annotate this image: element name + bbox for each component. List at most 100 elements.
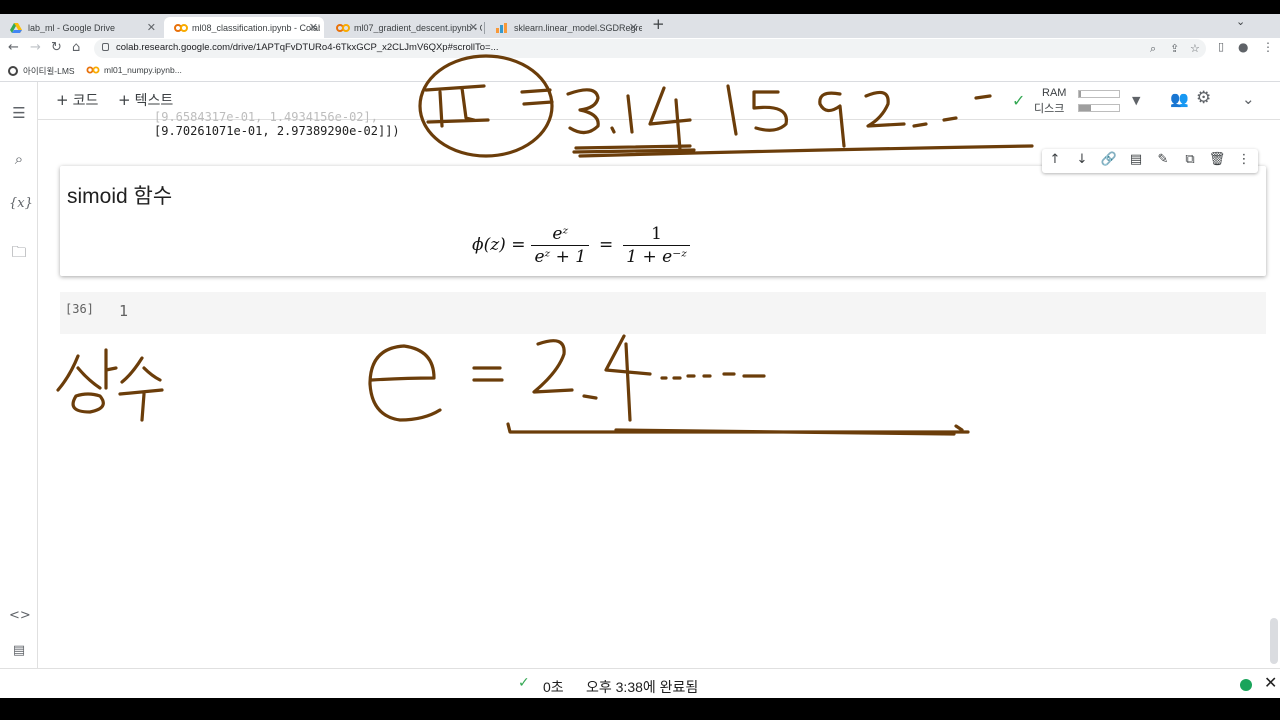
bookmark-label: 아이티윌-LMS — [23, 66, 75, 76]
back-arrow-icon[interactable]: ← — [8, 40, 19, 55]
scrollbar-thumb[interactable] — [1270, 618, 1278, 664]
resource-monitor-button[interactable]: ✓ RAM 디스크 — [1008, 87, 1148, 115]
zoom-icon[interactable]: ⌕ — [1150, 42, 1156, 56]
ram-meter-fill — [1079, 91, 1081, 97]
new-tab-icon[interactable]: + — [652, 15, 665, 33]
edit-icon[interactable]: ✎ — [1154, 152, 1172, 167]
bookmark-ml01-numpy[interactable]: ml01_numpy.ipynb... — [86, 65, 182, 75]
profile-avatar-icon[interactable]: ● — [1238, 40, 1248, 54]
tab-ml08-classification[interactable]: ml08_classification.ipynb - Colab ✕ — [164, 17, 324, 38]
code-snippets-icon[interactable]: <> — [9, 608, 31, 623]
execution-duration: 0초 — [543, 679, 564, 695]
code-cell[interactable]: [36] 1 — [60, 292, 1266, 334]
folder-icon[interactable]: 🗀 — [9, 242, 29, 267]
mirror-cell-icon[interactable]: ⧉ — [1181, 152, 1199, 167]
bookmark-label: ml01_numpy.ipynb... — [104, 65, 182, 75]
url-text: colab.research.google.com/drive/1APTqFvD… — [116, 42, 499, 53]
close-tab-icon[interactable]: ✕ — [629, 21, 638, 34]
tab-google-drive[interactable]: lab_ml - Google Drive ✕ — [0, 17, 162, 38]
left-sidebar: ☰ ⌕ {x} 🗀 <> ▤ — [0, 82, 38, 698]
address-bar[interactable]: colab.research.google.com/drive/1APTqFvD… — [94, 39, 1206, 58]
letterbox-bottom — [0, 698, 1280, 720]
colab-page: ☰ ⌕ {x} 🗀 <> ▤ + 코드 + 텍스트 ✓ RAM 디스크 ▼ 👥 ⚙ — [0, 82, 1280, 698]
collapse-chevron-icon[interactable]: ⌄ — [1242, 90, 1255, 108]
forward-arrow-icon[interactable]: → — [30, 40, 41, 55]
fraction-numerator: 1 — [651, 223, 662, 244]
terminal-icon[interactable]: ▤ — [9, 643, 29, 658]
disk-meter-fill — [1079, 105, 1091, 111]
disk-label: 디스크 — [1034, 103, 1065, 115]
google-drive-icon — [10, 22, 22, 33]
reload-icon[interactable]: ↻ — [51, 40, 62, 55]
more-vert-icon[interactable]: ⋮ — [1235, 152, 1253, 167]
disk-meter — [1078, 104, 1120, 112]
markdown-cell[interactable]: simoid 함수 ϕ(z) = eᶻ eᶻ + 1 = 1 1 + e⁻ᶻ — [60, 166, 1266, 276]
status-bar: ✓ 0초 오후 3:38에 완료됨 ✕ — [0, 668, 1280, 698]
ram-meter — [1078, 90, 1120, 98]
tab-title: ml08_classification.ipynb - Colab — [192, 22, 320, 33]
add-code-button[interactable]: + 코드 — [56, 90, 98, 110]
share-icon[interactable]: ⇪ — [1170, 42, 1179, 55]
tab-title: lab_ml - Google Drive — [28, 22, 116, 33]
add-text-button[interactable]: + 텍스트 — [118, 90, 173, 110]
add-text-label: 텍스트 — [134, 93, 174, 109]
variables-icon[interactable]: {x} — [9, 196, 33, 211]
tab-separator — [484, 22, 485, 34]
plus-icon: + — [56, 91, 69, 109]
fraction-denominator: eᶻ + 1 — [531, 244, 590, 268]
move-up-icon[interactable]: ↑ — [1046, 152, 1064, 167]
cell-output: [9.6584317e-01, 1.4934156e-02], [9.702610… — [154, 110, 400, 138]
sidebar-toggle-icon[interactable]: ▯ — [1218, 40, 1224, 53]
chevron-down-icon[interactable]: ⌄ — [1236, 15, 1245, 28]
add-code-label: 코드 — [72, 93, 99, 109]
tab-title: sklearn.linear_model.SGDRegre — [514, 22, 642, 33]
people-icon[interactable]: 👥 — [1170, 90, 1189, 108]
check-icon: ✓ — [1012, 91, 1026, 110]
connection-status-dot — [1240, 679, 1252, 691]
equals-sign: = — [599, 235, 614, 255]
screen: lab_ml - Google Drive ✕ ml08_classificat… — [0, 0, 1280, 720]
link-icon[interactable]: 🔗 — [1100, 152, 1118, 167]
tab-title: ml07_gradient_descent.ipynb - C — [354, 22, 482, 33]
delete-icon[interactable]: 🗑 — [1208, 152, 1226, 167]
globe-icon — [8, 66, 18, 76]
sklearn-icon — [496, 22, 508, 33]
colab-icon — [174, 23, 188, 33]
comment-icon[interactable]: ▤ — [1127, 152, 1145, 167]
output-line: [9.70261071e-01, 2.97389290e-02]]) — [154, 124, 400, 138]
colab-icon — [86, 66, 100, 74]
execution-count: [36] — [65, 302, 94, 316]
lock-icon — [102, 43, 109, 51]
formula-lhs: ϕ(z) = — [472, 235, 526, 255]
bookmarks-bar: 아이티윌-LMS ml01_numpy.ipynb... — [0, 60, 1280, 82]
close-tab-icon[interactable]: ✕ — [469, 21, 478, 34]
code-editor[interactable]: 1 — [119, 302, 128, 320]
close-tab-icon[interactable]: ✕ — [147, 21, 156, 34]
browser-tab-strip: lab_ml - Google Drive ✕ ml08_classificat… — [0, 14, 1280, 38]
tab-sklearn-sgdregressor[interactable]: sklearn.linear_model.SGDRegre ✕ — [486, 17, 644, 38]
plus-icon: + — [118, 91, 131, 109]
sigmoid-formula: ϕ(z) = eᶻ eᶻ + 1 = 1 1 + e⁻ᶻ — [472, 222, 696, 268]
fraction-2: 1 1 + e⁻ᶻ — [623, 223, 690, 268]
gear-icon[interactable]: ⚙ — [1196, 88, 1211, 108]
close-icon[interactable]: ✕ — [1264, 673, 1277, 692]
star-icon[interactable]: ☆ — [1190, 42, 1200, 55]
fraction-numerator: eᶻ — [552, 223, 569, 244]
output-line-clipped: [9.6584317e-01, 1.4934156e-02], — [154, 110, 378, 124]
ram-label: RAM — [1042, 87, 1067, 99]
tab-ml07-gradient-descent[interactable]: ml07_gradient_descent.ipynb - C ✕ — [326, 17, 484, 38]
search-icon[interactable]: ⌕ — [9, 150, 29, 168]
bookmark-itwill-lms[interactable]: 아이티윌-LMS — [8, 65, 75, 77]
fraction-1: eᶻ eᶻ + 1 — [531, 223, 590, 268]
browser-nav-bar: ← → ↻ ⌂ colab.research.google.com/drive/… — [0, 38, 1280, 60]
home-icon[interactable]: ⌂ — [72, 40, 80, 55]
more-vert-icon[interactable]: ⋮ — [1262, 40, 1274, 54]
check-icon: ✓ — [518, 675, 530, 691]
markdown-heading: simoid 함수 — [67, 185, 173, 208]
cell-toolbar: ↑ ↓ 🔗 ▤ ✎ ⧉ 🗑 ⋮ — [1042, 149, 1258, 173]
move-down-icon[interactable]: ↓ — [1073, 152, 1091, 167]
fraction-denominator: 1 + e⁻ᶻ — [623, 244, 690, 268]
chevron-down-icon[interactable]: ▼ — [1132, 94, 1140, 107]
table-of-contents-icon[interactable]: ☰ — [9, 104, 29, 122]
close-tab-icon[interactable]: ✕ — [309, 21, 318, 34]
